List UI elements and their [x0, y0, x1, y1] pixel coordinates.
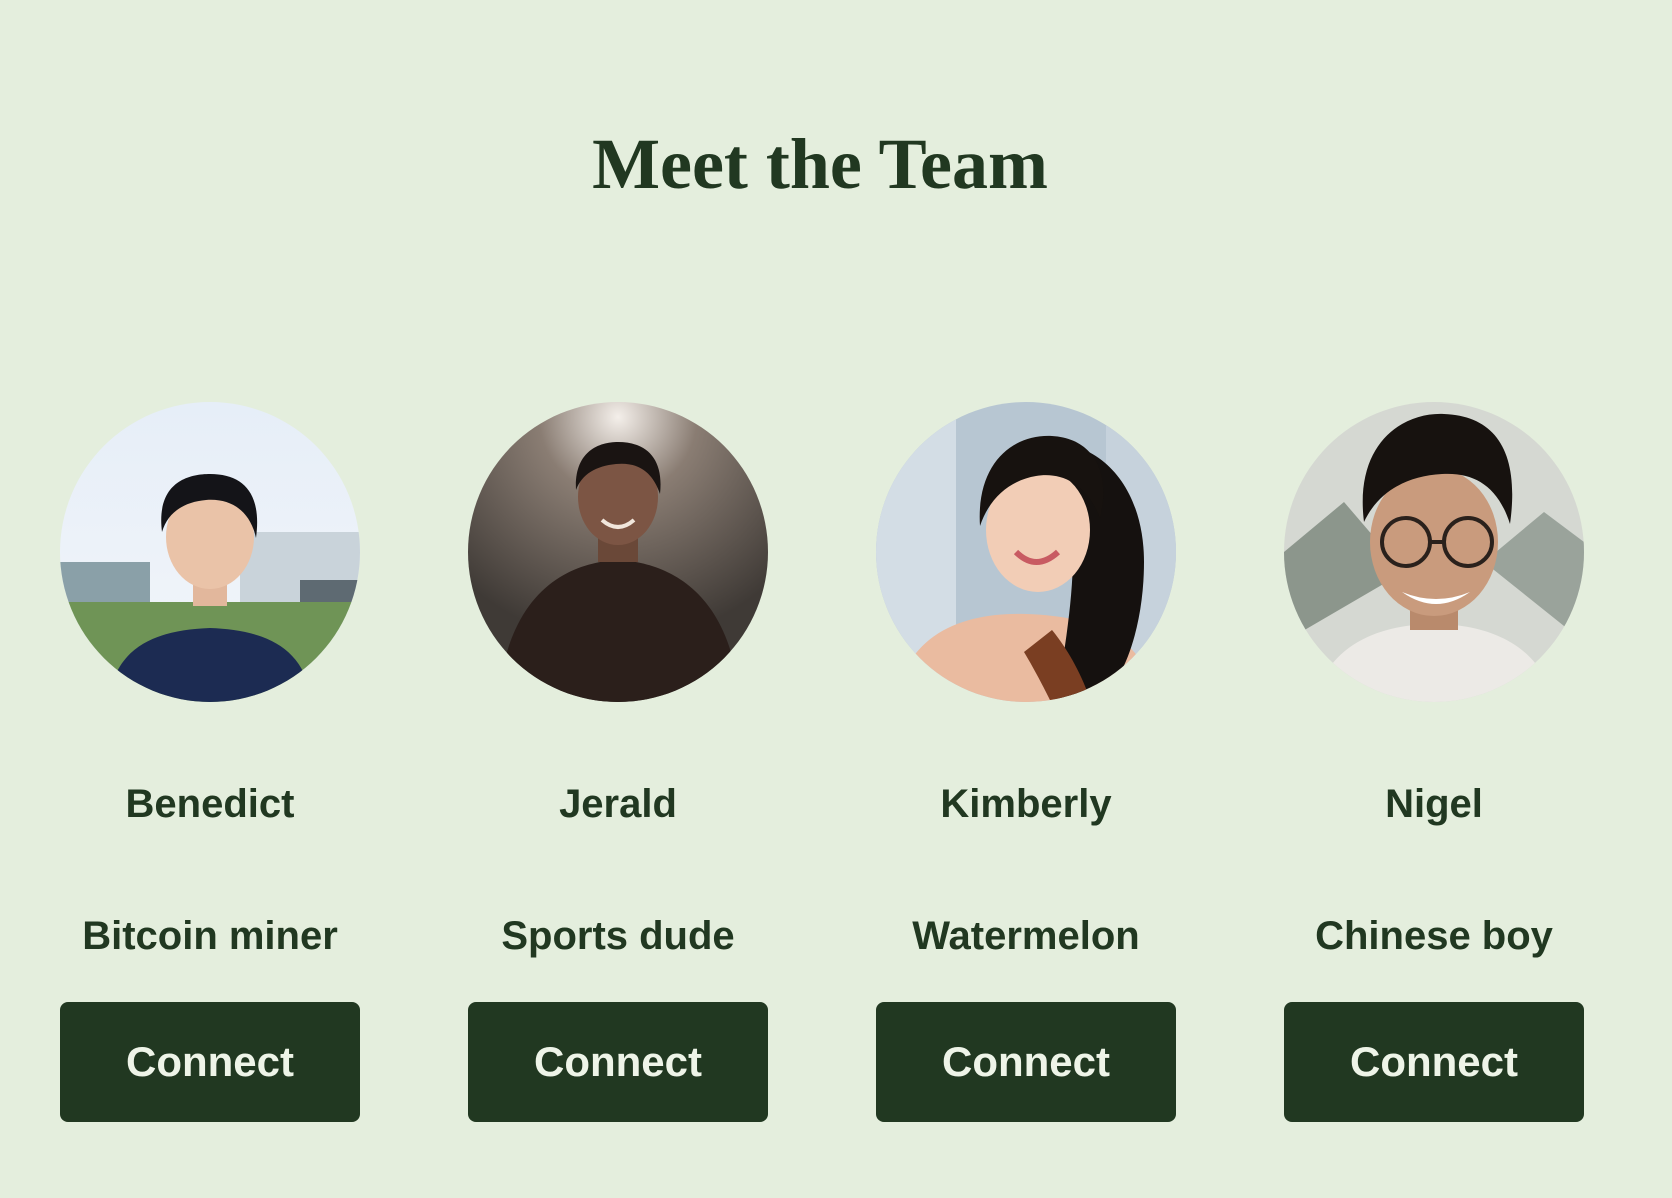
team-member-card: Jerald Sports dude Connect: [468, 402, 768, 1122]
profile-photo-icon: [876, 402, 1176, 702]
connect-button-jerald[interactable]: Connect: [468, 1002, 768, 1122]
team-grid: Benedict Bitcoin miner Connect Jerald Sp…: [0, 402, 1672, 1122]
page-title: Meet the Team: [592, 124, 1048, 204]
avatar-kimberly: [876, 402, 1176, 702]
member-name: Nigel: [1385, 782, 1483, 826]
avatar-benedict: [60, 402, 360, 702]
member-role: Bitcoin miner: [82, 914, 338, 958]
profile-photo-icon: [1284, 402, 1584, 702]
member-name: Benedict: [125, 782, 295, 826]
connect-button-kimberly[interactable]: Connect: [876, 1002, 1176, 1122]
profile-photo-icon: [468, 402, 768, 702]
connect-button-benedict[interactable]: Connect: [60, 1002, 360, 1122]
member-role: Chinese boy: [1315, 914, 1553, 958]
profile-photo-icon: [60, 402, 360, 702]
team-member-card: Nigel Chinese boy Connect: [1284, 402, 1584, 1122]
avatar-nigel: [1284, 402, 1584, 702]
member-role: Watermelon: [912, 914, 1140, 958]
member-name: Jerald: [559, 782, 677, 826]
team-member-card: Benedict Bitcoin miner Connect: [60, 402, 360, 1122]
team-member-card: Kimberly Watermelon Connect: [876, 402, 1176, 1122]
connect-button-nigel[interactable]: Connect: [1284, 1002, 1584, 1122]
member-name: Kimberly: [940, 782, 1112, 826]
member-role: Sports dude: [501, 914, 735, 958]
avatar-jerald: [468, 402, 768, 702]
